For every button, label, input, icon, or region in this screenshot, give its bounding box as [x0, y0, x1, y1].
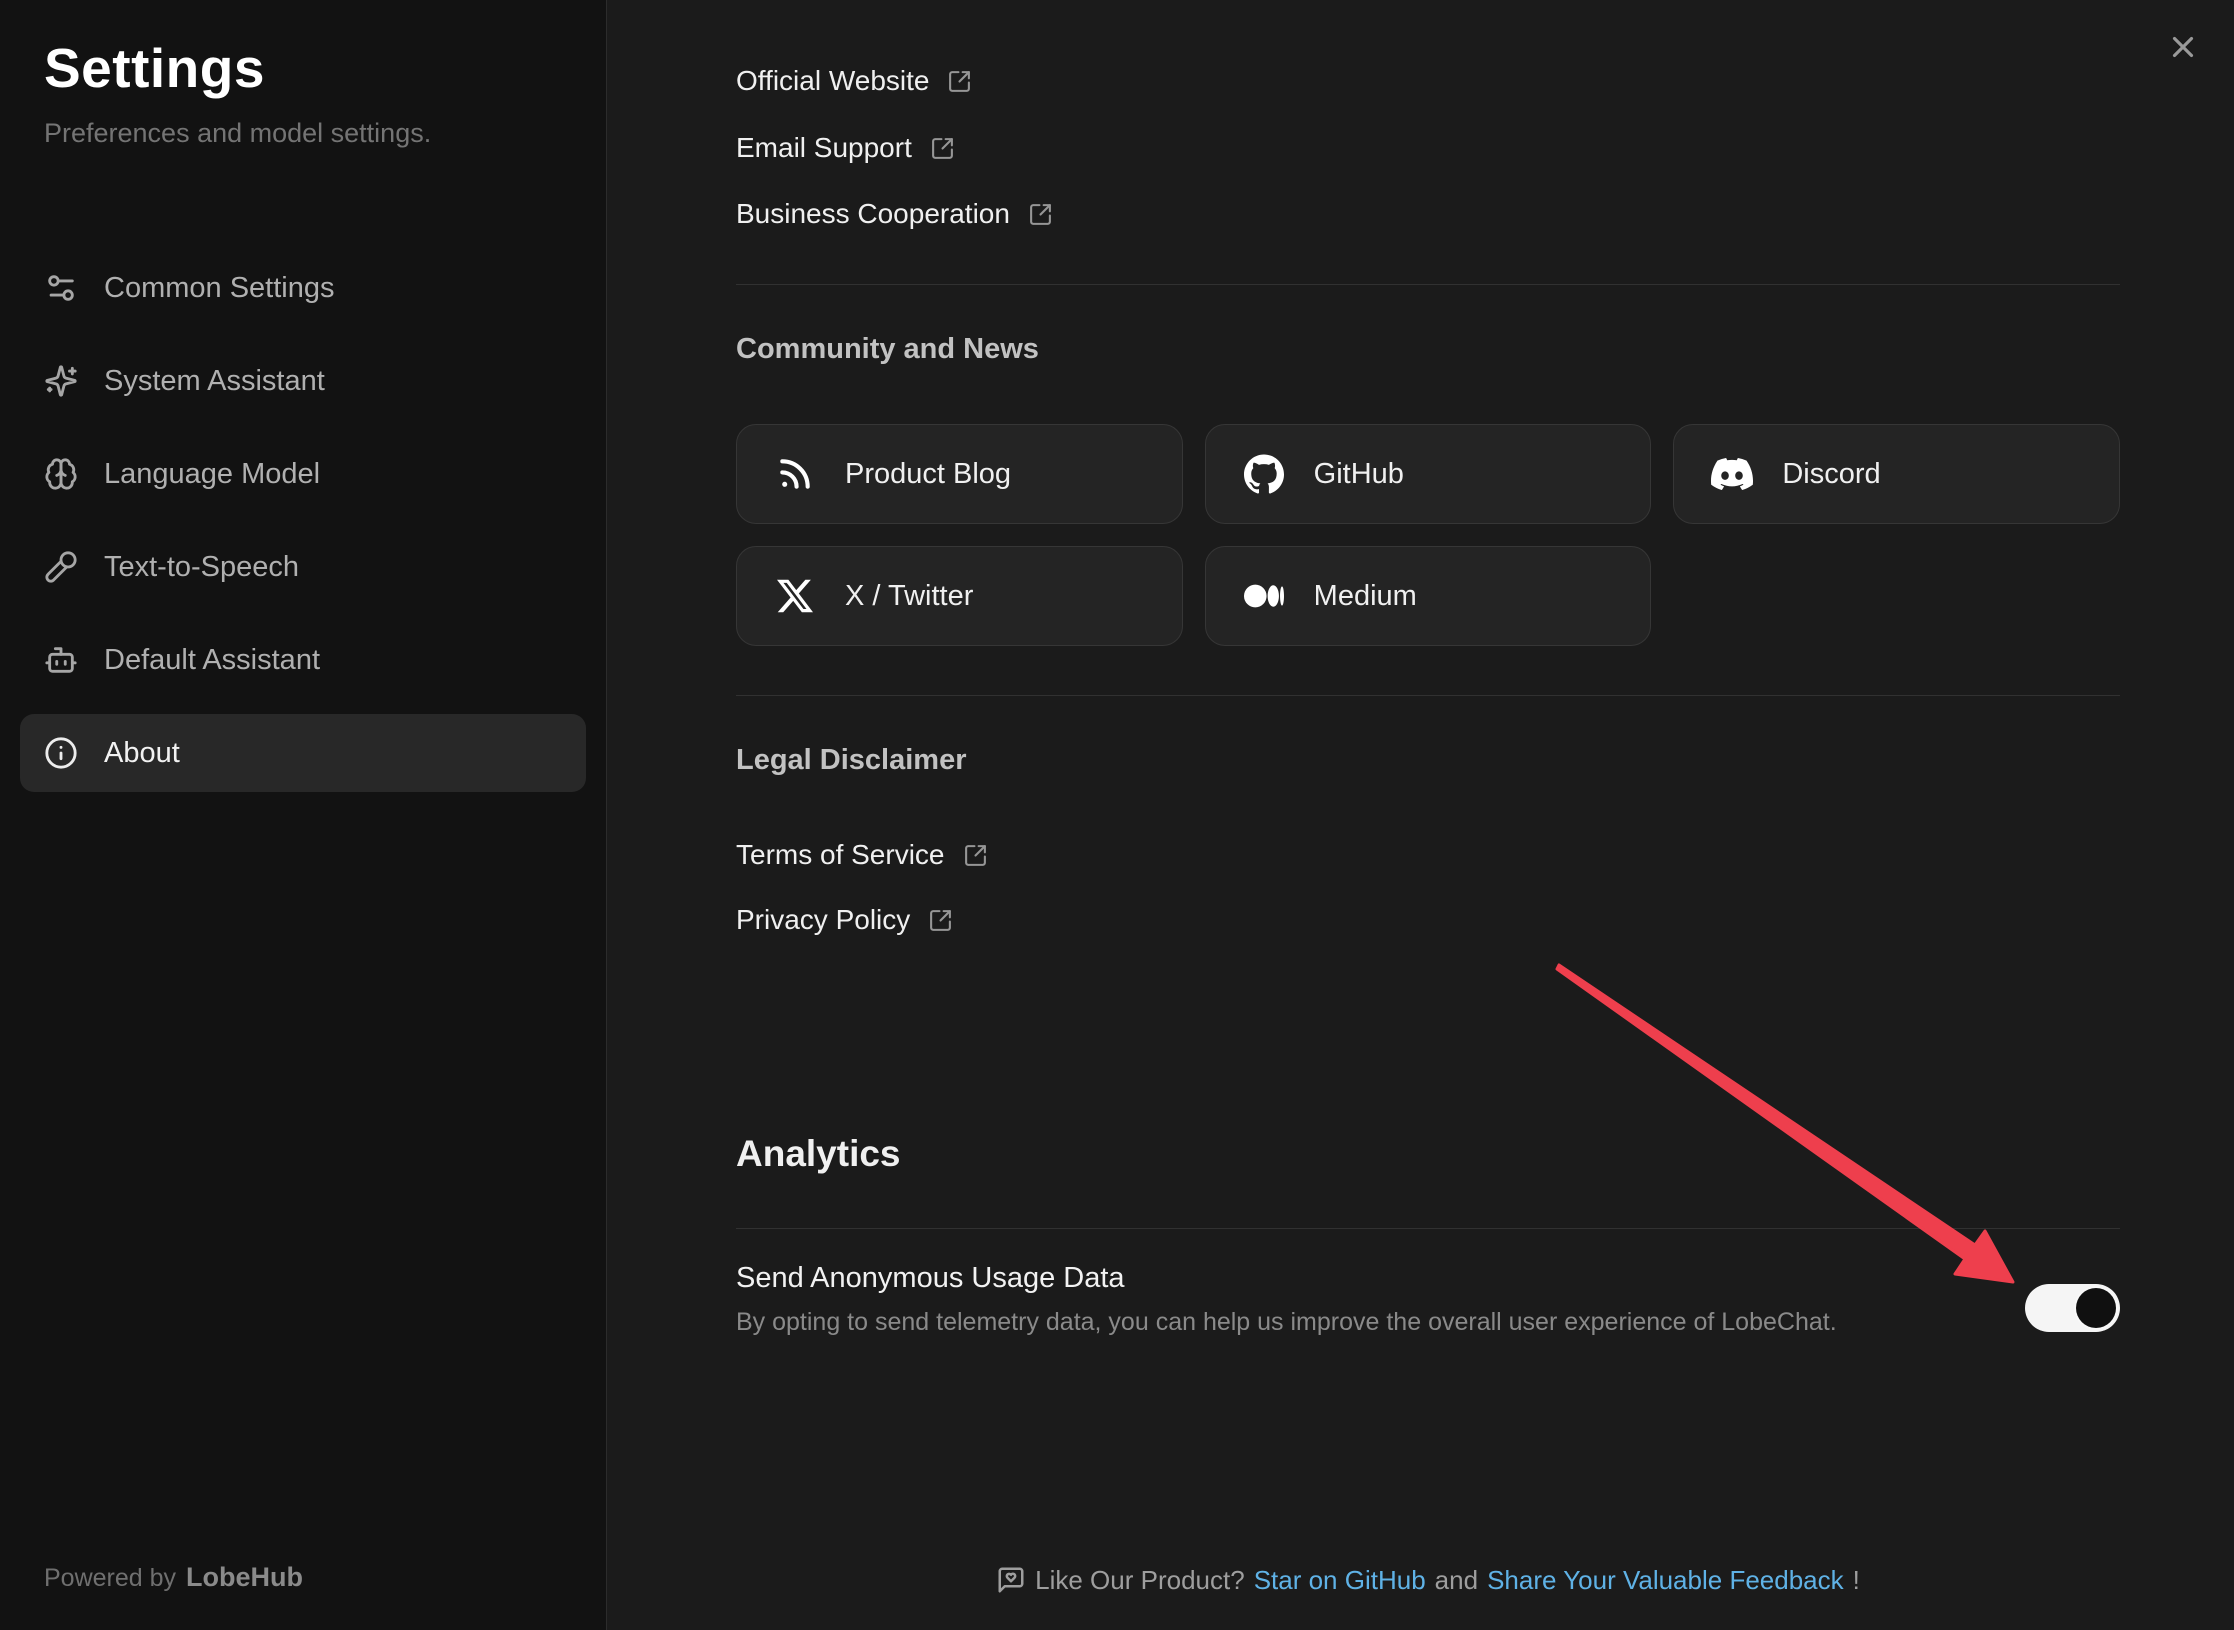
external-link-icon: [947, 69, 972, 94]
discord-icon: [1710, 452, 1754, 496]
external-link-icon: [930, 136, 955, 161]
info-icon: [44, 736, 78, 770]
x-twitter-button[interactable]: X / Twitter: [736, 546, 1183, 646]
sidebar-item-label: Language Model: [104, 458, 320, 491]
email-support-link[interactable]: Email Support: [736, 126, 2120, 170]
about-panel: Contact Us Official Website Email Suppor…: [608, 0, 2234, 1630]
powered-by-text: Powered by: [44, 1564, 176, 1593]
message-square-heart-icon: [996, 1565, 1026, 1595]
external-link-icon: [928, 908, 953, 933]
setting-description: By opting to send telemetry data, you ca…: [736, 1308, 2120, 1337]
sidebar-item-system-assistant[interactable]: System Assistant: [20, 342, 586, 420]
star-on-github-link[interactable]: Star on GitHub: [1254, 1565, 1426, 1596]
official-website-link[interactable]: Official Website: [736, 59, 2120, 103]
divider: [736, 695, 2120, 696]
sidebar-item-label: Default Assistant: [104, 644, 320, 677]
mic-icon: [44, 550, 78, 584]
sidebar-item-label: Text-to-Speech: [104, 551, 299, 584]
github-icon: [1242, 452, 1286, 496]
sidebar-item-default-assistant[interactable]: Default Assistant: [20, 621, 586, 699]
divider: [736, 1228, 2120, 1229]
share-feedback-link[interactable]: Share Your Valuable Feedback: [1487, 1565, 1844, 1596]
brand-logo: LobeHub: [186, 1562, 303, 1593]
external-link-icon: [1028, 202, 1053, 227]
powered-by: Powered by LobeHub: [44, 1562, 303, 1593]
analytics-heading: Analytics: [736, 1133, 2120, 1175]
close-icon: [2166, 30, 2200, 68]
footer-text: and: [1435, 1565, 1478, 1596]
sidebar-item-text-to-speech[interactable]: Text-to-Speech: [20, 528, 586, 606]
terms-of-service-link[interactable]: Terms of Service: [736, 833, 2120, 877]
sidebar: Settings Preferences and model settings.…: [0, 0, 607, 1630]
community-buttons: Product Blog GitHub Discord X / Twitter: [736, 424, 2120, 646]
divider: [736, 284, 2120, 285]
contact-heading: Contact Us: [736, 0, 2120, 7]
page-title: Settings: [44, 36, 265, 100]
usage-data-toggle[interactable]: [2025, 1284, 2120, 1332]
legal-heading: Legal Disclaimer: [736, 744, 2120, 777]
github-button[interactable]: GitHub: [1205, 424, 1652, 524]
setting-title: Send Anonymous Usage Data: [736, 1262, 2120, 1295]
footer-text: Like Our Product?: [1035, 1565, 1245, 1596]
close-button[interactable]: [2166, 30, 2204, 68]
usage-data-setting: Send Anonymous Usage Data By opting to s…: [736, 1262, 2120, 1337]
privacy-policy-link[interactable]: Privacy Policy: [736, 898, 2120, 942]
sidebar-item-label: Common Settings: [104, 272, 335, 305]
settings-modal: Settings Preferences and model settings.…: [0, 0, 2234, 1630]
sidebar-item-language-model[interactable]: Language Model: [20, 435, 586, 513]
bot-icon: [44, 643, 78, 677]
sidebar-nav: Common Settings System Assistant Languag…: [0, 249, 606, 807]
sidebar-item-label: System Assistant: [104, 365, 325, 398]
sidebar-item-about[interactable]: About: [20, 714, 586, 792]
external-link-icon: [963, 843, 988, 868]
sparkles-icon: [44, 364, 78, 398]
footer-text: !: [1853, 1565, 1860, 1596]
business-cooperation-link[interactable]: Business Cooperation: [736, 192, 2120, 236]
toggle-knob: [2076, 1288, 2116, 1328]
sidebar-item-label: About: [104, 737, 180, 770]
sliders-icon: [44, 271, 78, 305]
medium-icon: [1242, 574, 1286, 618]
page-subtitle: Preferences and model settings.: [44, 118, 431, 149]
brain-icon: [44, 457, 78, 491]
product-blog-button[interactable]: Product Blog: [736, 424, 1183, 524]
page-footer: Like Our Product? Star on GitHub and Sha…: [736, 1556, 2120, 1604]
community-heading: Community and News: [736, 333, 2120, 366]
x-icon: [773, 574, 817, 618]
rss-icon: [773, 452, 817, 496]
discord-button[interactable]: Discord: [1673, 424, 2120, 524]
sidebar-item-common-settings[interactable]: Common Settings: [20, 249, 586, 327]
medium-button[interactable]: Medium: [1205, 546, 1652, 646]
